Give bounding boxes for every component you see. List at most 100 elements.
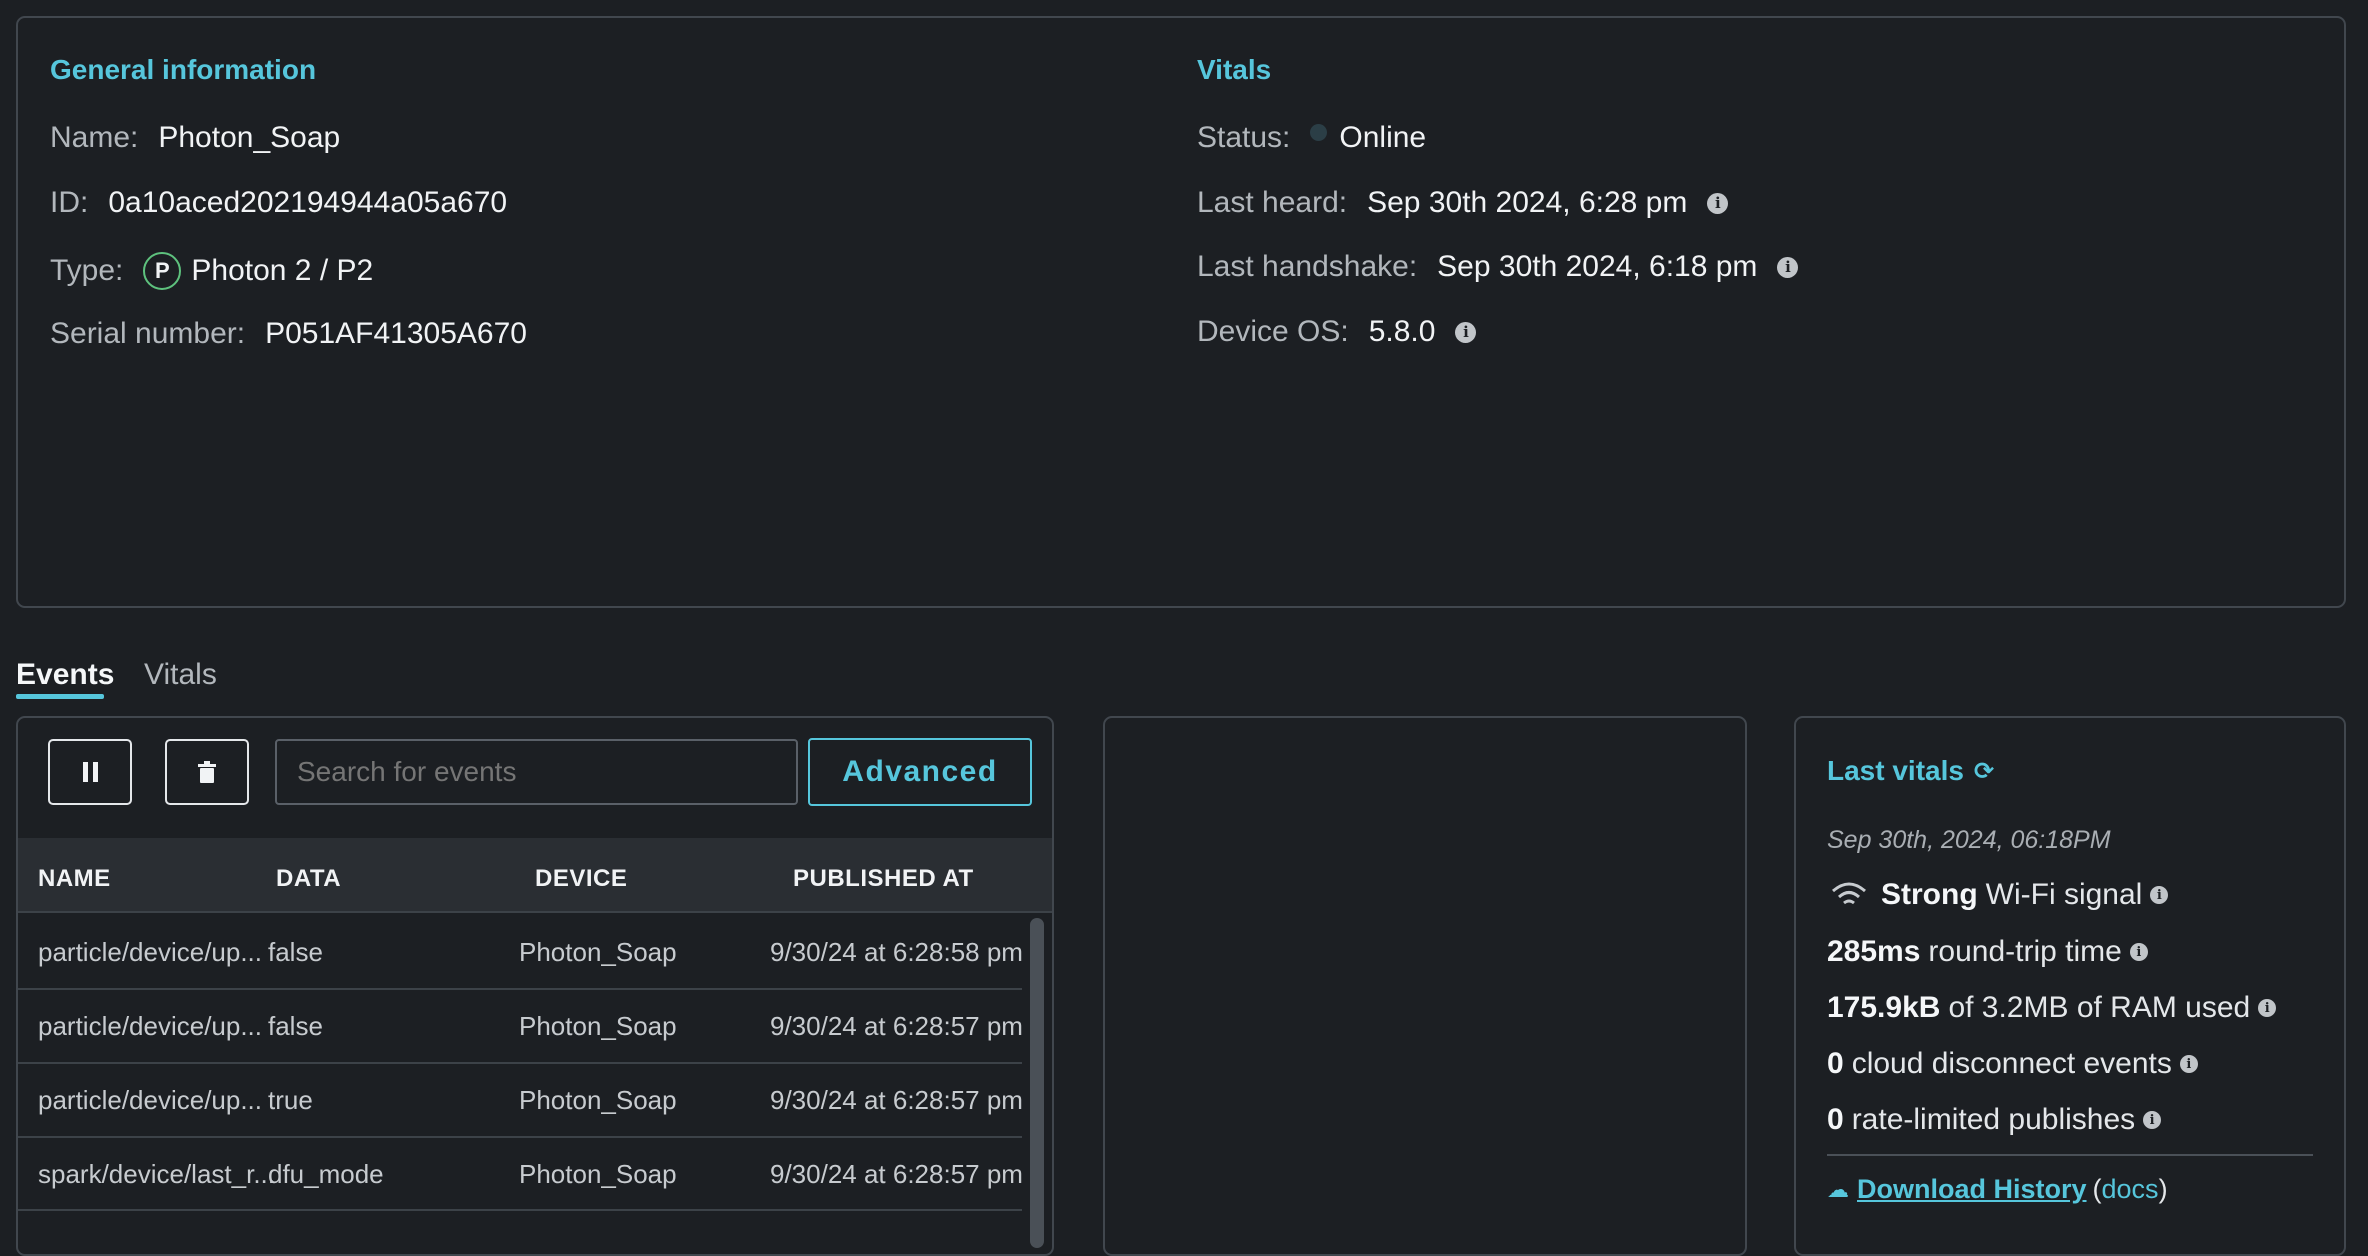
- status-row: Status: Online: [1197, 121, 1426, 155]
- event-device-cell: Photon_Soap: [519, 937, 677, 967]
- last-vitals-timestamp: Sep 30th, 2024, 06:18PM: [1827, 826, 2111, 854]
- column-header-data: DATA: [276, 865, 342, 892]
- pause-button[interactable]: [48, 739, 132, 805]
- events-scrollbar[interactable]: [1030, 918, 1044, 1248]
- cloud-disconnect-row: 0 cloud disconnect events i: [1827, 1047, 2198, 1081]
- row-divider: [18, 1209, 1022, 1211]
- info-icon[interactable]: i: [1707, 192, 1729, 214]
- id-row: ID: 0a10aced202194944a05a670: [50, 186, 507, 220]
- serial-row: Serial number: P051AF41305A670: [50, 317, 527, 351]
- last-handshake-label: Last handshake:: [1197, 250, 1418, 283]
- serial-label: Serial number:: [50, 317, 246, 350]
- info-icon[interactable]: i: [2129, 943, 2148, 961]
- info-icon[interactable]: i: [2179, 1055, 2198, 1073]
- device-os-label: Device OS:: [1197, 315, 1349, 348]
- event-data-cell: true: [268, 1085, 313, 1115]
- refresh-icon[interactable]: ⟳: [1974, 757, 1994, 786]
- docs-close-paren: ): [2158, 1174, 2168, 1204]
- column-header-device: DEVICE: [535, 865, 628, 892]
- tab-events[interactable]: Events: [16, 658, 114, 692]
- event-name-cell[interactable]: particle/device/up...: [38, 1085, 262, 1116]
- last-heard-row: Last heard: Sep 30th 2024, 6:28 pm i: [1197, 186, 1729, 220]
- rate-limited-row: 0 rate-limited publishes i: [1827, 1103, 2162, 1137]
- ram-value: 175.9kB: [1827, 991, 1941, 1024]
- header-divider: [18, 911, 1052, 913]
- event-published-cell: 9/30/24 at 6:28:57 pm: [770, 1011, 1023, 1041]
- row-divider: [18, 1062, 1022, 1064]
- info-icon[interactable]: i: [2150, 886, 2169, 904]
- wifi-signal-row: Strong Wi-Fi signal i: [1827, 878, 2169, 912]
- name-value: Photon_Soap: [158, 121, 341, 154]
- info-icon[interactable]: i: [2143, 1111, 2162, 1129]
- type-value: Photon 2 / P2: [191, 254, 374, 287]
- column-header-published-at: PUBLISHED AT: [793, 865, 974, 892]
- name-row: Name: Photon_Soap: [50, 121, 340, 155]
- round-trip-text: round-trip time: [1928, 935, 2122, 968]
- download-history-row: ☁ Download History ( docs ): [1827, 1174, 2168, 1205]
- wifi-icon: [1832, 882, 1866, 905]
- event-published-cell: 9/30/24 at 6:28:57 pm: [770, 1085, 1023, 1115]
- event-data-cell: false: [268, 937, 323, 967]
- wifi-strength: Strong: [1881, 878, 1978, 911]
- status-dot-icon: [1310, 123, 1328, 141]
- advanced-button[interactable]: Advanced: [808, 738, 1032, 806]
- round-trip-value: 285ms: [1827, 935, 1921, 968]
- last-heard-value: Sep 30th 2024, 6:28 pm: [1367, 186, 1688, 219]
- clear-events-button[interactable]: [165, 739, 249, 805]
- photon-type-icon: P: [143, 252, 182, 290]
- search-events-input[interactable]: [275, 739, 798, 805]
- ram-text: of 3.2MB of RAM used: [1948, 991, 2251, 1024]
- event-data-cell: false: [268, 1011, 323, 1041]
- info-icon[interactable]: i: [1455, 321, 1477, 343]
- status-value: Online: [1339, 121, 1427, 154]
- vitals-heading: Vitals: [1197, 54, 1272, 85]
- round-trip-row: 285ms round-trip time i: [1827, 935, 2148, 969]
- name-label: Name:: [50, 121, 139, 154]
- docs-open-paren: (: [2092, 1174, 2102, 1204]
- event-published-cell: 9/30/24 at 6:28:57 pm: [770, 1159, 1023, 1189]
- last-handshake-row: Last handshake: Sep 30th 2024, 6:18 pm i: [1197, 250, 1799, 284]
- docs-link[interactable]: docs: [2102, 1174, 2159, 1205]
- event-device-cell: Photon_Soap: [519, 1085, 677, 1115]
- download-history-link[interactable]: Download History: [1857, 1174, 2087, 1205]
- general-info-heading: General information: [50, 54, 317, 85]
- column-header-name: NAME: [38, 865, 111, 892]
- cloud-disconnect-value: 0: [1827, 1047, 1844, 1080]
- rate-limited-text: rate-limited publishes: [1851, 1103, 2136, 1136]
- type-label: Type:: [50, 254, 124, 287]
- info-icon[interactable]: i: [2258, 999, 2277, 1017]
- row-divider: [18, 1136, 1022, 1138]
- event-device-cell: Photon_Soap: [519, 1011, 677, 1041]
- device-os-value: 5.8.0: [1368, 315, 1436, 348]
- rate-limited-value: 0: [1827, 1103, 1844, 1136]
- cloud-disconnect-text: cloud disconnect events: [1851, 1047, 2172, 1080]
- event-published-cell: 9/30/24 at 6:28:58 pm: [770, 937, 1023, 967]
- last-handshake-value: Sep 30th 2024, 6:18 pm: [1437, 250, 1758, 283]
- device-info-panel: [16, 16, 2346, 608]
- last-vitals-heading: Last vitals: [1827, 755, 1964, 786]
- row-divider: [18, 988, 1022, 990]
- serial-value: P051AF41305A670: [265, 317, 527, 350]
- trash-icon: [198, 761, 216, 783]
- tab-vitals[interactable]: Vitals: [144, 658, 217, 692]
- status-label: Status:: [1197, 121, 1291, 154]
- event-name-cell[interactable]: particle/device/up...: [38, 937, 262, 968]
- event-device-cell: Photon_Soap: [519, 1159, 677, 1189]
- ram-row: 175.9kB of 3.2MB of RAM used i: [1827, 991, 2277, 1025]
- info-icon[interactable]: i: [1777, 256, 1799, 278]
- pause-icon: [82, 762, 98, 782]
- last-vitals-heading-row: Last vitals ⟳: [1827, 755, 1994, 787]
- cloud-download-icon: ☁: [1827, 1176, 1849, 1202]
- wifi-text: Wi-Fi signal: [1985, 878, 2143, 911]
- type-row: Type: P Photon 2 / P2: [50, 252, 373, 290]
- id-label: ID:: [50, 186, 89, 219]
- last-heard-label: Last heard:: [1197, 186, 1348, 219]
- event-detail-panel: [1103, 716, 1747, 1256]
- event-name-cell[interactable]: particle/device/up...: [38, 1011, 262, 1042]
- last-vitals-divider: [1827, 1154, 2313, 1156]
- event-data-cell: dfu_mode: [268, 1159, 384, 1189]
- device-os-row: Device OS: 5.8.0 i: [1197, 315, 1477, 349]
- tab-events-underline: [16, 694, 104, 699]
- event-name-cell[interactable]: spark/device/last_r...: [38, 1159, 275, 1190]
- id-value: 0a10aced202194944a05a670: [108, 186, 508, 219]
